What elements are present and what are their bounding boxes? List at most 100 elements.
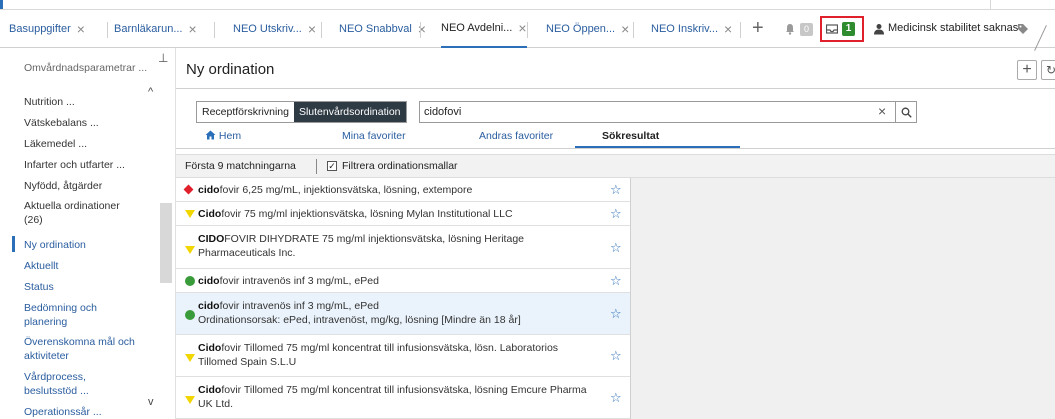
chevron-up-icon[interactable]: ^ bbox=[148, 86, 153, 98]
user-icon bbox=[874, 24, 884, 35]
tab-neo-snabbval[interactable]: NEO Snabbval × bbox=[339, 10, 426, 48]
active-indicator bbox=[12, 236, 15, 252]
sidebar-item-ny-ordination[interactable]: Ny ordination bbox=[24, 238, 86, 252]
list-item[interactable]: CIDOFOVIR DIHYDRATE 75 mg/ml injektionsv… bbox=[176, 226, 630, 269]
result-text: Cidofovir Tillomed 75 mg/ml koncentrat t… bbox=[198, 384, 587, 410]
search-input[interactable] bbox=[424, 105, 864, 119]
add-button[interactable]: + bbox=[1017, 60, 1037, 80]
close-icon[interactable]: × bbox=[418, 21, 426, 37]
result-text: cidofovir intravenös inf 3 mg/mL, ePed Or… bbox=[198, 300, 521, 326]
pin-icon[interactable]: ⊥ bbox=[158, 51, 168, 65]
tab-separator bbox=[527, 22, 528, 38]
filter-label[interactable]: Filtrera ordinationsmallar bbox=[342, 160, 458, 172]
tab-neo-utskriv[interactable]: NEO Utskriv... × bbox=[233, 10, 316, 48]
yellow-triangle-icon bbox=[185, 396, 195, 404]
sidebar-item-bedomning[interactable]: Bedömning och bbox=[24, 301, 97, 315]
tab-separator bbox=[740, 22, 741, 38]
list-item[interactable]: cidofovir 6,25 mg/mL, injektionsvätska, … bbox=[176, 178, 630, 202]
top-right-frame bbox=[990, 0, 1055, 10]
tab-neo-avdelning[interactable]: NEO Avdelni... × bbox=[441, 10, 527, 48]
tab-basuppgifter[interactable]: Basuppgifter × bbox=[9, 10, 85, 48]
new-tab-plus-icon[interactable]: + bbox=[752, 18, 764, 38]
tab-edge-divider bbox=[1034, 25, 1047, 51]
sidebar: ⊥ Omvårdnadsparametrar ... ^ Nutrition .… bbox=[0, 48, 176, 419]
refresh-button[interactable]: ↻ bbox=[1041, 60, 1055, 80]
tab-label: Basuppgifter bbox=[9, 23, 71, 35]
sidebar-item-operationssar[interactable]: Operationssår ... bbox=[24, 405, 102, 419]
list-item[interactable]: Cidofovir Tillomed 75 mg/ml koncentrat t… bbox=[176, 377, 630, 419]
tab-mina-favoriter[interactable]: Mina favoriter bbox=[342, 130, 406, 148]
top-accent-bar bbox=[0, 0, 3, 9]
search-button[interactable] bbox=[895, 102, 916, 122]
red-diamond-icon bbox=[183, 184, 194, 195]
tab-label: NEO Snabbval bbox=[339, 23, 412, 35]
tab-separator bbox=[214, 22, 215, 38]
star-icon[interactable]: ☆ bbox=[610, 182, 622, 198]
tab-barnlakarun[interactable]: Barnläkarun... × bbox=[114, 10, 197, 48]
sidebar-item-lakemedel[interactable]: Läkemedel ... bbox=[24, 137, 87, 151]
star-icon[interactable]: ☆ bbox=[610, 306, 622, 322]
sidebar-item-bedomning-line2[interactable]: planering bbox=[24, 315, 67, 329]
sidebar-item-status[interactable]: Status bbox=[24, 280, 54, 294]
home-icon bbox=[205, 130, 216, 140]
result-text: cidofovir intravenös inf 3 mg/mL, ePed bbox=[198, 275, 379, 287]
sidebar-item-nutrition[interactable]: Nutrition ... bbox=[24, 95, 75, 109]
filter-bar: Första 9 matchningarna ✓ Filtrera ordina… bbox=[176, 154, 1055, 178]
sidebar-scrollbar[interactable] bbox=[160, 203, 172, 283]
star-icon[interactable]: ☆ bbox=[610, 348, 622, 364]
tag-icon[interactable] bbox=[1017, 23, 1029, 35]
search-box: × bbox=[419, 101, 917, 123]
tab-neo-oppen[interactable]: NEO Öppen... × bbox=[546, 10, 629, 48]
sidebar-item-nyfodd-atgarder[interactable]: Nyfödd, åtgärder bbox=[24, 179, 102, 193]
inbox-count-badge[interactable]: 1 bbox=[842, 22, 855, 36]
tab-hem[interactable]: Hem bbox=[205, 130, 241, 148]
tab-andras-favoriter[interactable]: Andras favoriter bbox=[479, 130, 553, 148]
tab-label: Barnläkarun... bbox=[114, 23, 183, 35]
tab-separator bbox=[321, 22, 322, 38]
tab-label: NEO Avdelni... bbox=[441, 22, 513, 34]
star-icon[interactable]: ☆ bbox=[610, 240, 622, 256]
inbox-icon[interactable] bbox=[826, 24, 838, 34]
slutenvardsordination-button[interactable]: Slutenvårdsordination bbox=[293, 102, 406, 122]
match-count: Första 9 matchningarna bbox=[185, 160, 296, 172]
tab-label: NEO Utskriv... bbox=[233, 23, 302, 35]
filter-separator bbox=[316, 159, 317, 174]
tab-neo-inskriv[interactable]: NEO Inskriv... × bbox=[651, 10, 732, 48]
sidebar-item-vardprocess-line2[interactable]: beslutsstöd ... bbox=[24, 384, 89, 398]
filter-checkbox[interactable]: ✓ bbox=[327, 161, 337, 171]
order-type-toggle: Receptförskrivning Slutenvårdsordination bbox=[196, 101, 407, 123]
close-icon[interactable]: × bbox=[77, 21, 85, 37]
bell-icon[interactable] bbox=[784, 23, 796, 35]
list-item[interactable]: cidofovir intravenös inf 3 mg/mL, ePed Or… bbox=[176, 293, 630, 335]
yellow-triangle-icon bbox=[185, 246, 195, 254]
close-icon[interactable]: × bbox=[621, 21, 629, 37]
result-text: cidofovir 6,25 mg/mL, injektionsvätska, … bbox=[198, 184, 473, 196]
sidebar-item-vardprocess[interactable]: Vårdprocess, bbox=[24, 370, 86, 384]
close-icon[interactable]: × bbox=[518, 20, 526, 36]
sidebar-item-vatskebalans[interactable]: Vätskebalans ... bbox=[24, 116, 99, 130]
close-icon[interactable]: × bbox=[308, 21, 316, 37]
sidebar-item-overenskomna[interactable]: Överenskomna mål och bbox=[24, 335, 135, 349]
patient-status-label[interactable]: Medicinsk stabilitet saknas bbox=[888, 22, 1018, 34]
star-icon[interactable]: ☆ bbox=[610, 206, 622, 222]
list-item[interactable]: Cidofovir 75 mg/ml injektionsvätska, lös… bbox=[176, 202, 630, 226]
sidebar-item-aktuella-ordinationer[interactable]: Aktuella ordinationer bbox=[24, 199, 120, 213]
list-item[interactable]: cidofovir intravenös inf 3 mg/mL, ePed ☆ bbox=[176, 269, 630, 293]
tab-hem-label: Hem bbox=[218, 130, 242, 142]
sidebar-item-infarter[interactable]: Infarter och utfarter ... bbox=[24, 158, 125, 172]
tab-label: NEO Inskriv... bbox=[651, 23, 719, 35]
star-icon[interactable]: ☆ bbox=[610, 273, 622, 289]
sidebar-item-omvardnadsparametrar[interactable]: Omvårdnadsparametrar ... bbox=[24, 61, 147, 75]
detail-panel bbox=[630, 178, 1055, 419]
sidebar-item-overenskomna-line2[interactable]: aktiviteter bbox=[24, 349, 69, 363]
list-item[interactable]: Cidofovir Tillomed 75 mg/ml koncentrat t… bbox=[176, 335, 630, 377]
clear-icon[interactable]: × bbox=[878, 103, 886, 119]
close-icon[interactable]: × bbox=[724, 21, 732, 37]
receptforskrivning-button[interactable]: Receptförskrivning bbox=[197, 102, 294, 122]
search-icon bbox=[901, 107, 912, 118]
chevron-down-icon[interactable]: v bbox=[148, 396, 154, 408]
result-text: Cidofovir Tillomed 75 mg/ml koncentrat t… bbox=[198, 342, 559, 368]
close-icon[interactable]: × bbox=[188, 21, 196, 37]
star-icon[interactable]: ☆ bbox=[610, 390, 622, 406]
sidebar-item-aktuellt[interactable]: Aktuellt bbox=[24, 259, 58, 273]
